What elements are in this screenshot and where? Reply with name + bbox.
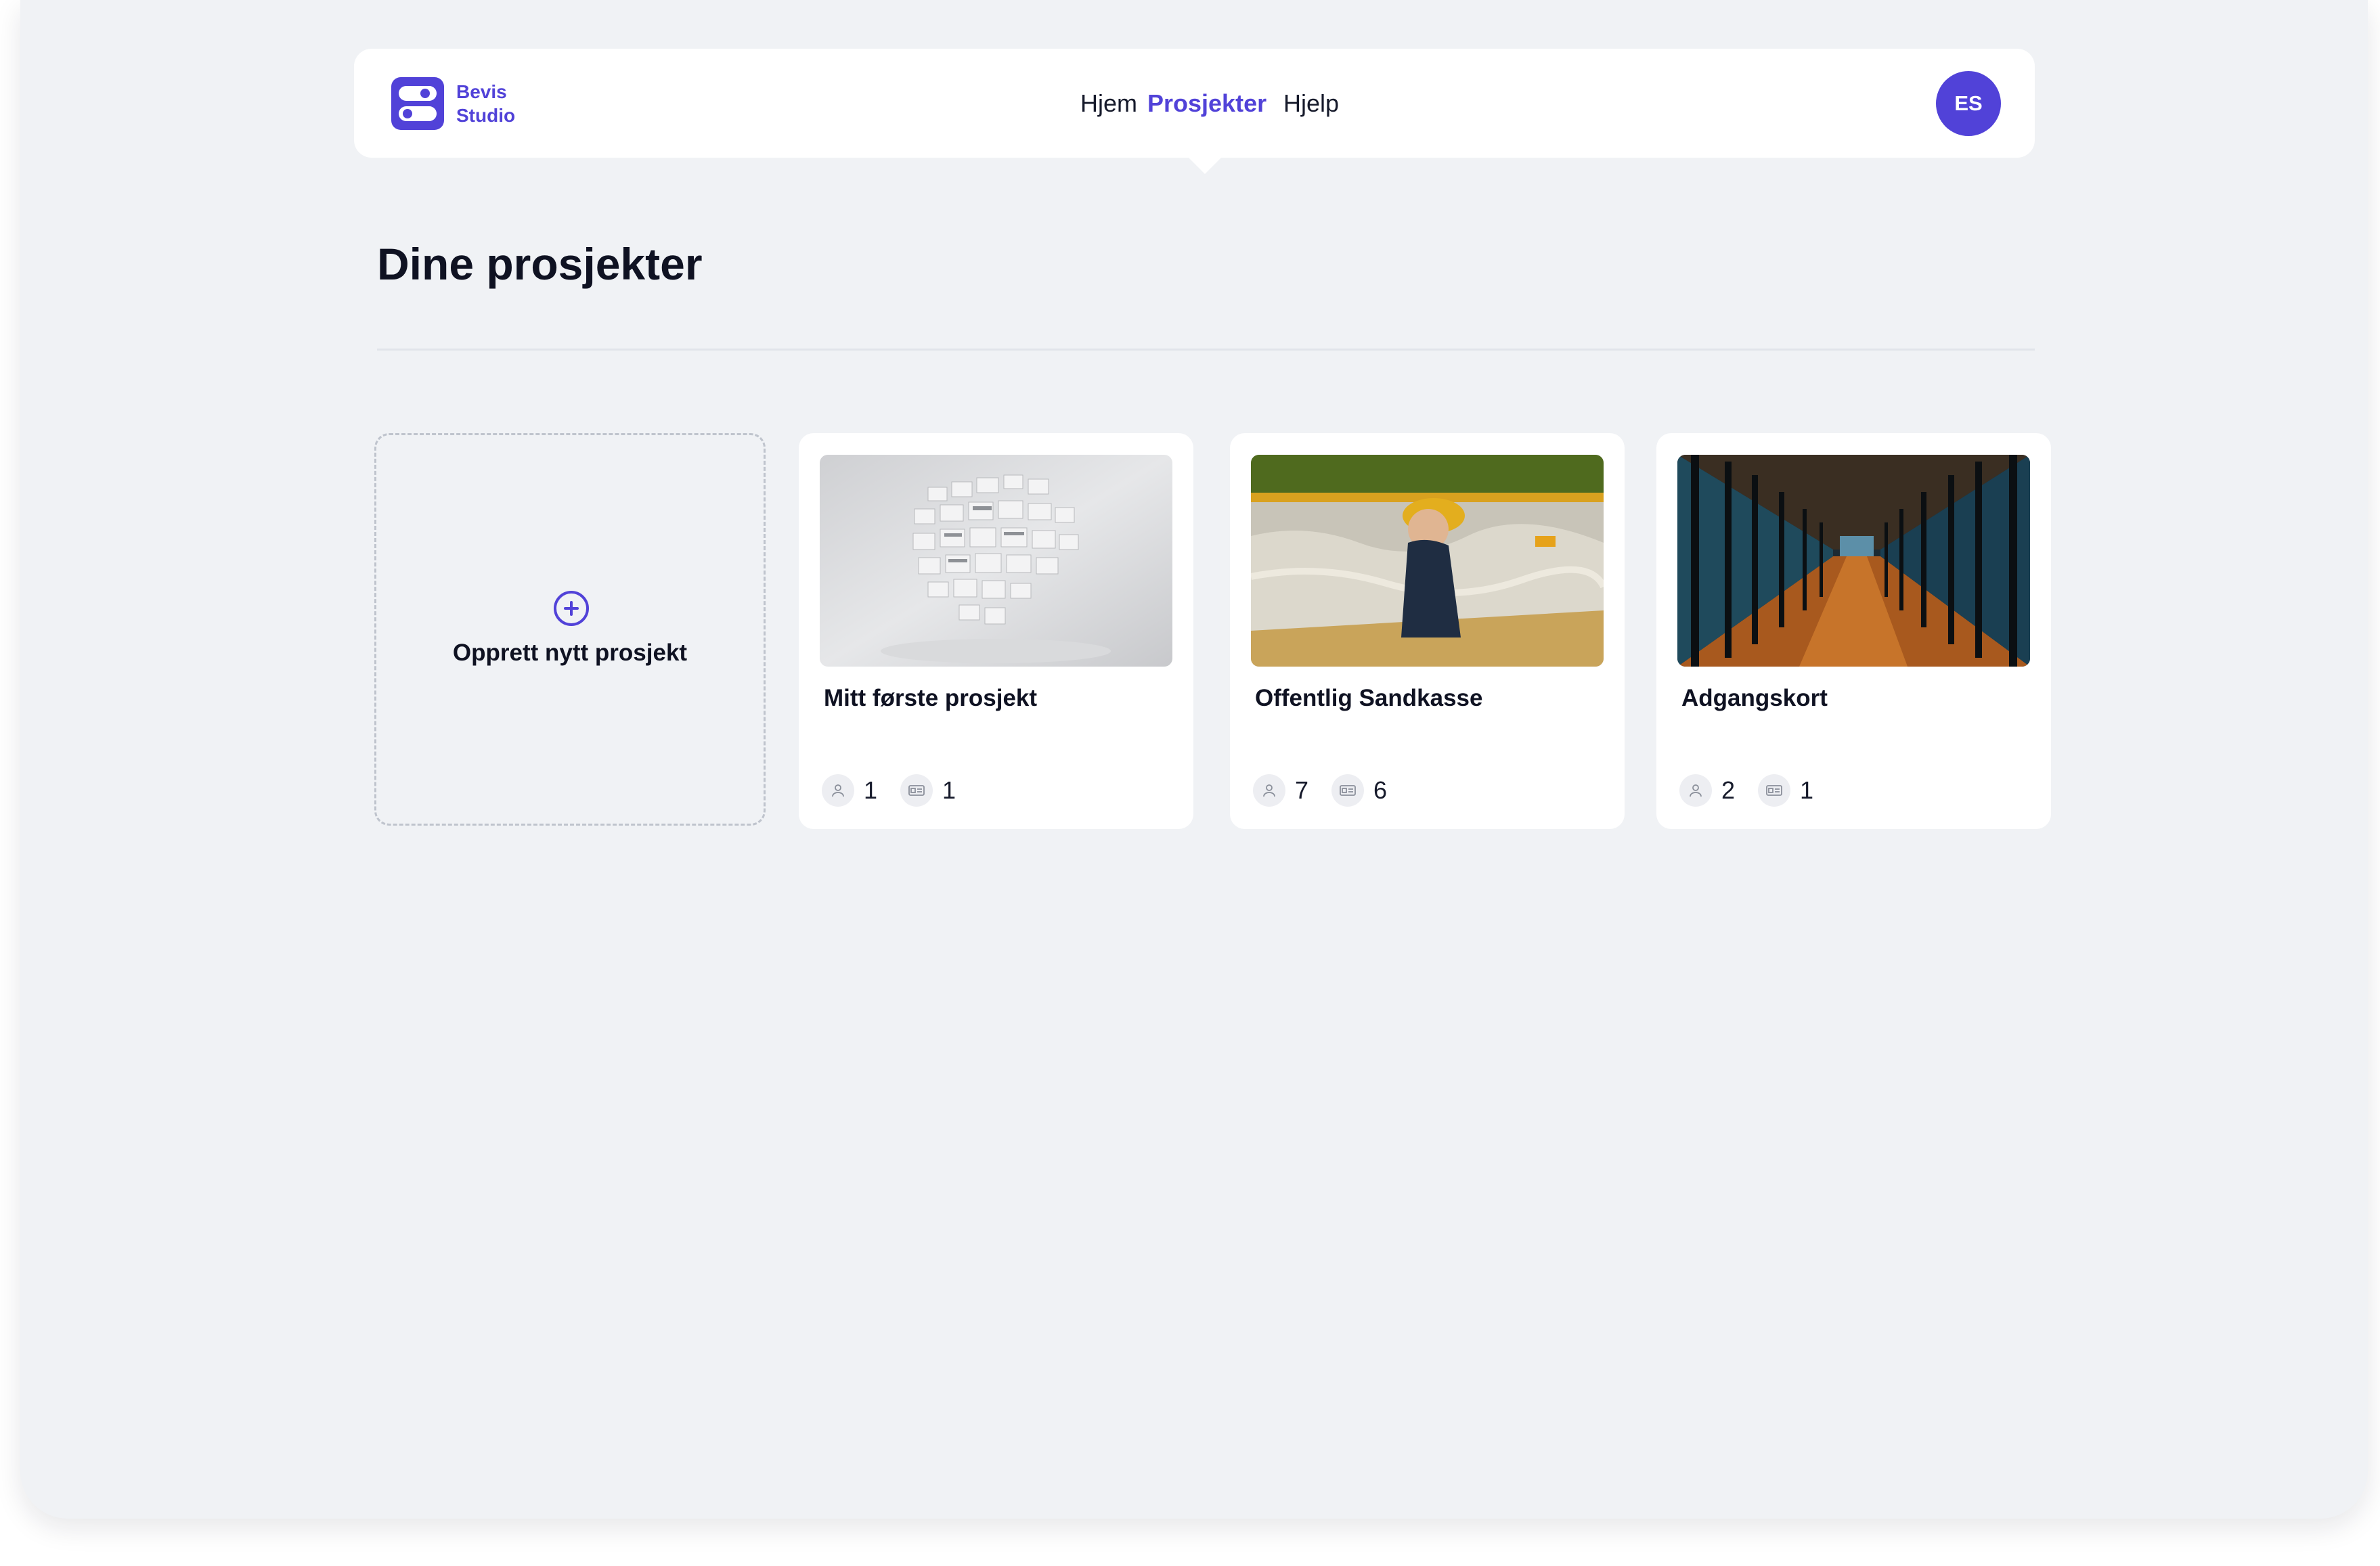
user-icon [1679, 774, 1712, 807]
project-title: Offentlig Sandkasse [1255, 685, 1483, 711]
create-project-label: Opprett nytt prosjekt [452, 640, 688, 666]
members-count: 7 [1295, 776, 1309, 804]
project-thumbnail [1677, 455, 2030, 667]
plus-circle-icon [554, 591, 589, 626]
members-stat: 2 [1679, 774, 1735, 807]
members-count: 2 [1721, 776, 1736, 804]
office-corridor-image [1677, 455, 2030, 667]
user-icon [822, 774, 854, 807]
child-in-sandbox-image [1251, 455, 1604, 667]
create-project-card[interactable]: Opprett nytt prosjekt [374, 433, 766, 826]
project-title: Adgangskort [1681, 685, 1828, 711]
nav-links: Hjem Prosjekter Hjelp [354, 49, 2035, 158]
user-avatar[interactable]: ES [1936, 71, 2001, 136]
id-card-icon [1758, 774, 1791, 807]
floating-cards-image [820, 455, 1172, 667]
project-card[interactable]: Offentlig Sandkasse 7 6 [1230, 433, 1625, 829]
nav-item-hjelp[interactable]: Hjelp [1283, 49, 1339, 158]
project-stats: 1 1 [822, 774, 979, 807]
project-stats: 2 1 [1679, 774, 1836, 807]
title-divider [377, 349, 2035, 351]
credentials-count: 1 [942, 776, 956, 804]
credentials-count: 6 [1373, 776, 1388, 804]
project-stats: 7 6 [1253, 774, 1410, 807]
members-stat: 1 [822, 774, 877, 807]
id-card-icon [900, 774, 933, 807]
project-card[interactable]: Adgangskort 2 1 [1656, 433, 2051, 829]
active-nav-indicator [1189, 158, 1221, 174]
credentials-stat: 1 [1758, 774, 1813, 807]
members-stat: 7 [1253, 774, 1308, 807]
nav-item-hjem[interactable]: Hjem [1080, 49, 1137, 158]
page-title: Dine prosjekter [377, 239, 703, 289]
project-thumbnail [1251, 455, 1604, 667]
project-thumbnail [820, 455, 1172, 667]
app-window: Bevis Studio Hjem Prosjekter Hjelp ES Di… [20, 0, 2368, 1519]
id-card-icon [1331, 774, 1365, 807]
members-count: 1 [864, 776, 878, 804]
project-title: Mitt første prosjekt [824, 685, 1038, 711]
user-icon [1253, 774, 1285, 807]
credentials-stat: 1 [900, 774, 956, 807]
nav-item-prosjekter[interactable]: Prosjekter [1147, 49, 1266, 158]
project-card[interactable]: Mitt første prosjekt 1 1 [799, 433, 1193, 829]
credentials-stat: 6 [1331, 774, 1387, 807]
credentials-count: 1 [1800, 776, 1814, 804]
top-navbar: Bevis Studio Hjem Prosjekter Hjelp ES [354, 49, 2035, 174]
